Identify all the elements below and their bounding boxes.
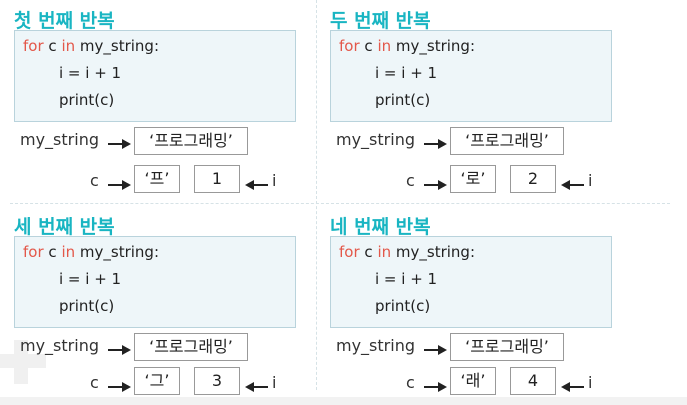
iteration-panel-3: 세 번째 반복 for c in my_string: i = i + 1 pr… [10,212,310,402]
iteration-panel-4: 네 번째 반복 for c in my_string: i = i + 1 pr… [326,212,626,402]
iteration-panel-1: 첫 번째 반복 for c in my_string: i = i + 1 pr… [10,6,310,196]
char-var-label: c [90,373,99,392]
string-value-box: ‘프로그래밍’ [134,333,248,361]
char-var-label: c [406,373,415,392]
index-var-label: i [272,171,277,190]
arrow-left-icon [561,180,584,190]
code-line-increment: i = i + 1 [375,64,438,82]
index-var-label: i [588,171,593,190]
string-var-label: my_string [20,130,99,149]
code-block: for c in my_string: i = i + 1 print(c) [14,30,296,122]
code-line-print: print(c) [59,297,115,315]
index-value-box: 1 [194,165,240,193]
char-var-label: c [90,171,99,190]
panel-title: 네 번째 반복 [330,216,431,238]
char-value-box: ‘로’ [450,165,496,193]
code-line-print: print(c) [375,91,431,109]
code-block: for c in my_string: i = i + 1 print(c) [330,30,612,122]
string-value-box: ‘프로그래밍’ [450,127,564,155]
string-var-label: my_string [20,336,99,355]
arrow-right-icon [424,139,447,149]
index-var-label: i [272,373,277,392]
arrow-right-icon [108,139,131,149]
arrow-right-icon [424,180,447,190]
arrow-right-icon [108,382,131,392]
arrow-left-icon [245,382,268,392]
char-value-box: ‘그’ [134,367,180,395]
index-value-box: 2 [510,165,556,193]
index-var-label: i [588,373,593,392]
char-value-box: ‘래’ [450,367,496,395]
arrow-right-icon [108,180,131,190]
arrow-left-icon [561,382,584,392]
string-var-label: my_string [336,130,415,149]
index-value-box: 4 [510,367,556,395]
string-value-box: ‘프로그래밍’ [134,127,248,155]
vertical-divider [316,0,317,390]
code-line-for: for c in my_string: [23,243,160,261]
string-var-label: my_string [336,336,415,355]
iteration-panel-2: 두 번째 반복 for c in my_string: i = i + 1 pr… [326,6,626,196]
panel-title: 세 번째 반복 [14,216,115,238]
footer-bar [0,397,687,405]
arrow-right-icon [108,345,131,355]
code-line-for: for c in my_string: [339,37,476,55]
arrow-right-icon [424,345,447,355]
panel-title: 두 번째 반복 [330,10,431,32]
code-line-increment: i = i + 1 [375,270,438,288]
code-line-for: for c in my_string: [23,37,160,55]
panel-title: 첫 번째 반복 [14,10,115,32]
arrow-right-icon [424,382,447,392]
code-line-increment: i = i + 1 [59,270,122,288]
arrow-left-icon [245,180,268,190]
code-block: for c in my_string: i = i + 1 print(c) [14,236,296,328]
index-value-box: 3 [194,367,240,395]
code-block: for c in my_string: i = i + 1 print(c) [330,236,612,328]
code-line-print: print(c) [59,91,115,109]
char-value-box: ‘프’ [134,165,180,193]
code-line-increment: i = i + 1 [59,64,122,82]
code-line-print: print(c) [375,297,431,315]
char-var-label: c [406,171,415,190]
horizontal-divider [10,203,670,204]
code-line-for: for c in my_string: [339,243,476,261]
string-value-box: ‘프로그래밍’ [450,333,564,361]
